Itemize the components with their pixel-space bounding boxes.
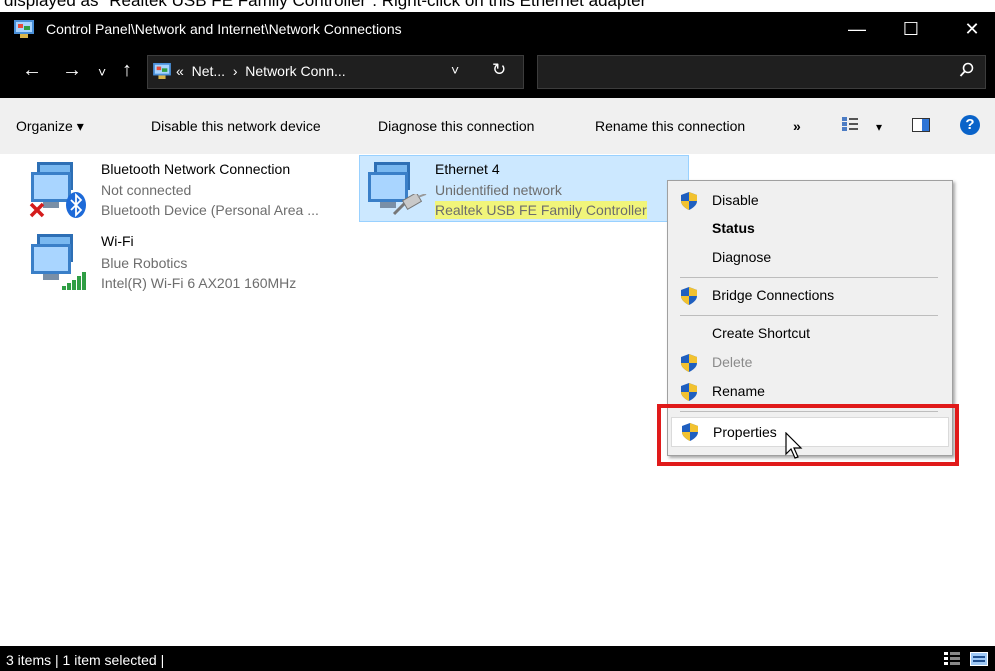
refresh-icon[interactable]: ↻ xyxy=(492,60,506,80)
signal-strength-icon xyxy=(62,272,86,290)
menu-item-status[interactable]: Status xyxy=(668,215,952,243)
annotation-highlight-box xyxy=(657,404,959,466)
back-arrow-icon[interactable]: ← xyxy=(22,60,42,80)
menu-item-label: Bridge Connections xyxy=(712,287,835,303)
connection-device: Bluetooth Device (Personal Area ... xyxy=(101,202,319,218)
breadcrumb-arrow: › xyxy=(232,63,238,79)
menu-item-create-shortcut[interactable]: Create Shortcut xyxy=(668,320,952,348)
uac-shield-icon xyxy=(681,383,697,401)
preview-pane-icon[interactable] xyxy=(912,118,930,132)
large-icons-view-icon[interactable] xyxy=(970,652,988,666)
connection-status: Blue Robotics xyxy=(101,255,188,271)
connection-name: Wi-Fi xyxy=(101,233,134,249)
window-title: Control Panel\Network and Internet\Netwo… xyxy=(46,21,402,37)
maximize-button[interactable]: ☐ xyxy=(888,12,934,46)
menu-item-diagnose[interactable]: Diagnose xyxy=(668,244,952,272)
search-icon xyxy=(959,62,974,77)
address-dropdown-icon[interactable]: ˅ xyxy=(451,62,459,78)
change-view-icon[interactable] xyxy=(842,116,858,132)
view-dropdown-icon[interactable]: ▾ xyxy=(876,120,882,134)
menu-separator xyxy=(680,315,938,316)
breadcrumb-network-connections[interactable]: Network Conn... xyxy=(245,63,345,79)
breadcrumb-overflow[interactable]: « xyxy=(176,63,184,79)
disconnected-x-icon xyxy=(29,202,45,218)
breadcrumb: « Net... › Network Conn... xyxy=(176,63,346,79)
status-text: 3 items | 1 item selected | xyxy=(6,652,165,668)
more-commands-button[interactable]: » xyxy=(793,118,801,134)
status-bar: 3 items | 1 item selected | xyxy=(0,646,995,671)
connection-status: Unidentified network xyxy=(435,182,562,198)
uac-shield-icon xyxy=(681,287,697,305)
disable-device-button[interactable]: Disable this network device xyxy=(151,118,321,134)
organize-button[interactable]: Organize ▾ xyxy=(16,118,84,135)
tutorial-caption: displayed as "Realtek USB FE Family Cont… xyxy=(0,0,995,12)
uac-shield-icon xyxy=(681,354,697,372)
title-bar: Control Panel\Network and Internet\Netwo… xyxy=(0,12,995,46)
menu-item-rename[interactable]: Rename xyxy=(668,378,952,406)
menu-item-label: Status xyxy=(712,220,755,236)
navigation-bar: ← → ˅ ↑ « Net... › Network Conn... ˅ ↻ xyxy=(0,46,995,98)
control-panel-icon xyxy=(14,20,34,38)
connection-item-ethernet-4[interactable]: Ethernet 4 Unidentified network Realtek … xyxy=(359,155,689,222)
menu-item-label: Diagnose xyxy=(712,249,772,265)
help-icon[interactable]: ? xyxy=(960,115,980,135)
connection-device: Intel(R) Wi-Fi 6 AX201 160MHz xyxy=(101,275,297,291)
connection-status: Not connected xyxy=(101,182,192,198)
recent-locations-icon[interactable]: ˅ xyxy=(98,62,106,82)
menu-item-delete: Delete xyxy=(668,349,952,377)
breadcrumb-network[interactable]: Net... xyxy=(192,63,225,79)
connection-device: Realtek USB FE Family Controller xyxy=(435,201,647,219)
command-bar: Organize ▾ Disable this network device D… xyxy=(0,98,995,154)
up-arrow-icon[interactable]: ↑ xyxy=(122,60,132,80)
diagnose-connection-button[interactable]: Diagnose this connection xyxy=(378,118,534,134)
ethernet-cable-icon xyxy=(392,194,427,216)
search-input[interactable] xyxy=(537,55,986,89)
control-panel-icon xyxy=(153,63,171,79)
forward-arrow-icon[interactable]: → xyxy=(62,60,82,80)
uac-shield-icon xyxy=(681,192,697,210)
close-button[interactable]: ✕ xyxy=(949,12,995,46)
connection-item-wifi[interactable]: Wi-Fi Blue Robotics Intel(R) Wi-Fi 6 AX2… xyxy=(24,230,354,296)
address-bar[interactable]: « Net... › Network Conn... ˅ ↻ xyxy=(147,55,524,89)
caption-text: displayed as "Realtek USB FE Family Cont… xyxy=(4,0,647,10)
menu-item-disable[interactable]: Disable xyxy=(668,187,952,215)
menu-item-label: Rename xyxy=(712,383,765,399)
menu-item-label: Delete xyxy=(712,354,753,370)
connection-item-bluetooth[interactable]: Bluetooth Network Connection Not connect… xyxy=(24,156,354,222)
bluetooth-icon xyxy=(66,192,86,218)
connection-name: Bluetooth Network Connection xyxy=(101,161,291,177)
menu-item-label: Create Shortcut xyxy=(712,325,811,341)
menu-item-label: Disable xyxy=(712,192,759,208)
details-view-icon[interactable] xyxy=(944,652,960,666)
menu-item-bridge-connections[interactable]: Bridge Connections xyxy=(668,282,952,310)
mouse-cursor-icon xyxy=(785,432,803,459)
rename-connection-button[interactable]: Rename this connection xyxy=(595,118,745,134)
minimize-button[interactable]: — xyxy=(834,12,880,46)
connection-name: Ethernet 4 xyxy=(435,161,500,177)
menu-separator xyxy=(680,277,938,278)
